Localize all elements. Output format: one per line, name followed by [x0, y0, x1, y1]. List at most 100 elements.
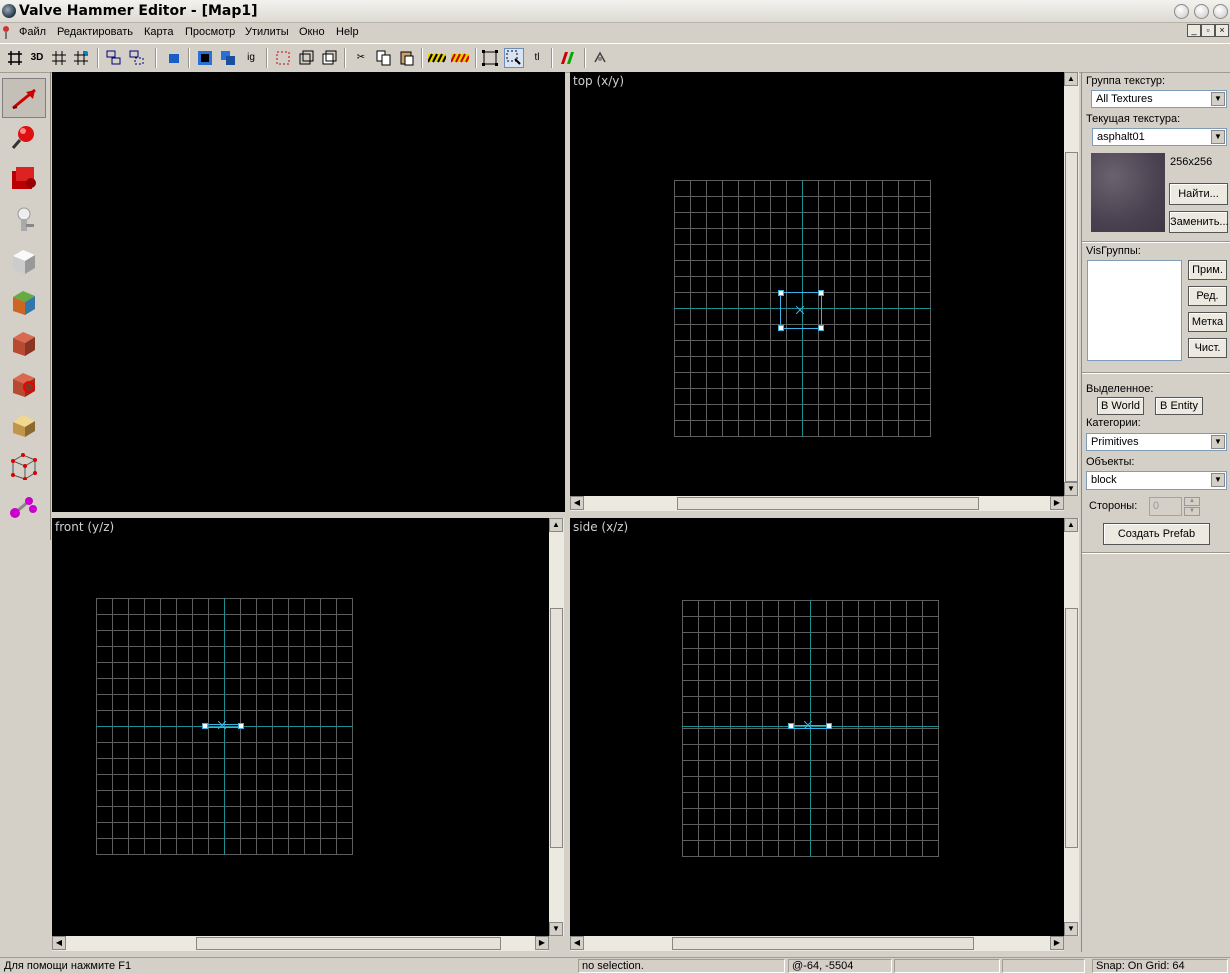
- visgroup-purge-button[interactable]: Чист.: [1188, 338, 1227, 358]
- minimize-icon[interactable]: [1174, 4, 1189, 19]
- top-viewport[interactable]: top (x/y): [570, 72, 1064, 496]
- select-objects-icon[interactable]: [504, 48, 524, 68]
- current-texture-select[interactable]: asphalt01 ▼: [1092, 128, 1227, 146]
- find-texture-button[interactable]: Найти...: [1169, 183, 1228, 205]
- resize-handle[interactable]: [826, 723, 832, 729]
- front-viewport-hscroll[interactable]: ◀ ▶: [52, 936, 549, 951]
- resize-handle[interactable]: [202, 723, 208, 729]
- texture-lock-icon[interactable]: [273, 48, 293, 68]
- menu-tools[interactable]: Утилиты: [245, 26, 289, 38]
- scroll-thumb[interactable]: [672, 937, 974, 950]
- camera-tool[interactable]: [3, 160, 45, 198]
- hide-selected-icon[interactable]: [427, 48, 447, 68]
- top-viewport-vscroll[interactable]: ▲ ▼: [1064, 72, 1079, 496]
- replace-texture-button[interactable]: Заменить...: [1169, 211, 1229, 233]
- grid-icon[interactable]: [5, 48, 25, 68]
- scroll-thumb[interactable]: [550, 608, 563, 848]
- sides-up-icon[interactable]: ▲: [1184, 497, 1200, 506]
- chevron-down-icon[interactable]: ▼: [1211, 92, 1225, 106]
- resize-handle[interactable]: [778, 325, 784, 331]
- vertex-tool[interactable]: [3, 447, 45, 485]
- unhide-icon[interactable]: [319, 48, 339, 68]
- to-entity-button[interactable]: В Entity: [1155, 397, 1203, 415]
- chevron-down-icon[interactable]: ▼: [1211, 473, 1225, 487]
- visgroup-mark-button[interactable]: Метка: [1188, 312, 1227, 332]
- paste-icon[interactable]: [397, 48, 417, 68]
- grid-large-icon[interactable]: [71, 48, 91, 68]
- cut-icon[interactable]: ✂: [351, 48, 371, 68]
- menu-map[interactable]: Карта: [144, 26, 173, 38]
- mdi-close-icon[interactable]: ×: [1215, 24, 1229, 37]
- scroll-up-icon[interactable]: ▲: [1064, 72, 1078, 86]
- scroll-right-icon[interactable]: ▶: [535, 936, 549, 950]
- side-viewport[interactable]: side (x/z): [570, 518, 1064, 936]
- categories-select[interactable]: Primitives ▼: [1086, 433, 1227, 451]
- close-icon[interactable]: [1213, 4, 1228, 19]
- hollow-icon[interactable]: [218, 48, 238, 68]
- texture-tool[interactable]: [3, 283, 45, 321]
- clip-tool[interactable]: [3, 406, 45, 444]
- to-world-button[interactable]: В World: [1097, 397, 1144, 415]
- resize-handle[interactable]: [818, 290, 824, 296]
- ignore-groups-button[interactable]: ig: [241, 48, 261, 68]
- scroll-thumb[interactable]: [196, 937, 501, 950]
- unhide-all-icon[interactable]: [450, 48, 470, 68]
- scroll-right-icon[interactable]: ▶: [1050, 496, 1064, 510]
- 3d-grid-icon[interactable]: 3D: [27, 48, 47, 68]
- mdi-minimize-icon[interactable]: _: [1187, 24, 1201, 37]
- magnify-tool[interactable]: [3, 119, 45, 157]
- visgroup-apply-button[interactable]: Прим.: [1188, 260, 1227, 280]
- run-map-icon[interactable]: [557, 48, 577, 68]
- scroll-down-icon[interactable]: ▼: [549, 922, 563, 936]
- texture-lock-button[interactable]: tl: [527, 48, 547, 68]
- chevron-down-icon[interactable]: ▼: [1211, 435, 1225, 449]
- toggle-face-icon[interactable]: [164, 48, 184, 68]
- selection-tool[interactable]: [2, 78, 46, 118]
- bounding-box-icon[interactable]: [480, 48, 500, 68]
- options-icon[interactable]: [590, 48, 610, 68]
- entity-tool[interactable]: [3, 201, 45, 239]
- menu-file[interactable]: Файл: [19, 26, 46, 38]
- chevron-down-icon[interactable]: ▼: [1211, 130, 1225, 144]
- resize-handle[interactable]: [238, 723, 244, 729]
- decal-tool[interactable]: [3, 365, 45, 403]
- hide-icon[interactable]: [296, 48, 316, 68]
- scroll-left-icon[interactable]: ◀: [52, 936, 66, 950]
- apply-texture-tool[interactable]: [3, 324, 45, 362]
- group-icon[interactable]: [104, 48, 124, 68]
- menu-view[interactable]: Просмотр: [185, 26, 235, 38]
- scroll-right-icon[interactable]: ▶: [1050, 936, 1064, 950]
- mdi-restore-icon[interactable]: ▫: [1201, 24, 1215, 37]
- resize-handle[interactable]: [778, 290, 784, 296]
- menu-window[interactable]: Окно: [299, 26, 325, 38]
- scroll-thumb[interactable]: [677, 497, 979, 510]
- sides-input[interactable]: 0: [1149, 497, 1182, 516]
- block-tool[interactable]: [3, 242, 45, 280]
- menu-edit[interactable]: Редактировать: [57, 26, 133, 38]
- side-viewport-vscroll[interactable]: ▲ ▼: [1064, 518, 1079, 936]
- ungroup-icon[interactable]: [127, 48, 147, 68]
- grid-small-icon[interactable]: [49, 48, 69, 68]
- visgroup-edit-button[interactable]: Ред.: [1188, 286, 1227, 306]
- side-viewport-hscroll[interactable]: ◀ ▶: [570, 936, 1064, 951]
- resize-handle[interactable]: [818, 325, 824, 331]
- path-tool[interactable]: [3, 488, 45, 526]
- scroll-up-icon[interactable]: ▲: [549, 518, 563, 532]
- menu-help[interactable]: Help: [336, 26, 359, 38]
- sides-down-icon[interactable]: ▼: [1184, 507, 1200, 516]
- scroll-down-icon[interactable]: ▼: [1064, 482, 1078, 496]
- texture-group-select[interactable]: All Textures ▼: [1091, 90, 1227, 108]
- visgroups-list[interactable]: [1087, 260, 1182, 361]
- objects-select[interactable]: block ▼: [1086, 471, 1227, 490]
- scroll-down-icon[interactable]: ▼: [1064, 922, 1078, 936]
- scroll-left-icon[interactable]: ◀: [570, 936, 584, 950]
- front-viewport[interactable]: front (y/z): [52, 518, 549, 936]
- scroll-thumb[interactable]: [1065, 152, 1078, 482]
- create-prefab-button[interactable]: Создать Prefab: [1103, 523, 1210, 545]
- scroll-thumb[interactable]: [1065, 608, 1078, 848]
- scroll-up-icon[interactable]: ▲: [1064, 518, 1078, 532]
- resize-handle[interactable]: [788, 723, 794, 729]
- copy-icon[interactable]: [374, 48, 394, 68]
- front-viewport-vscroll[interactable]: ▲ ▼: [549, 518, 564, 936]
- top-viewport-hscroll[interactable]: ◀ ▶: [570, 496, 1064, 511]
